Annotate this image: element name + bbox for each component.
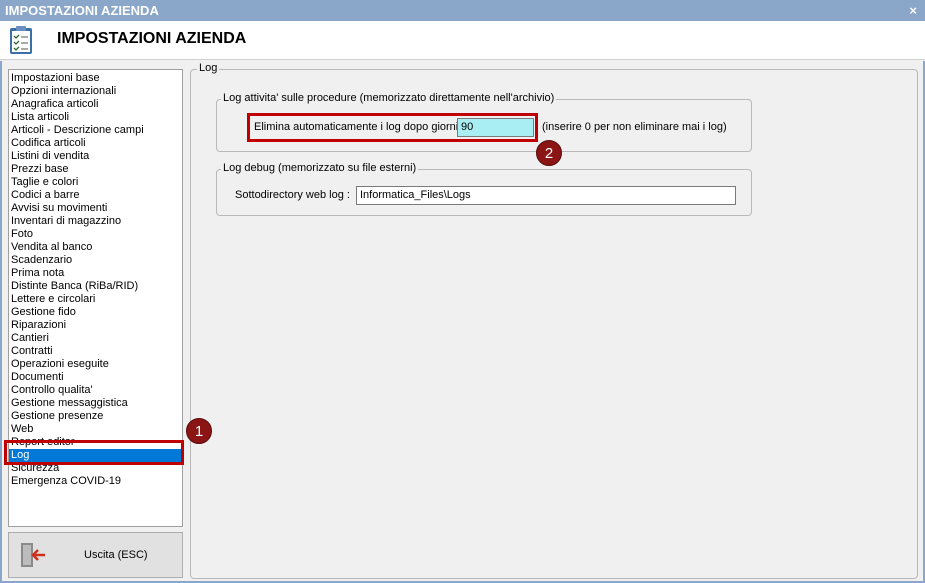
sidebar-item[interactable]: Sicurezza: [9, 462, 182, 475]
debug-log-legend: Log debug (memorizzato su file esterni): [221, 162, 419, 174]
sidebar-item[interactable]: Emergenza COVID-19: [9, 475, 182, 488]
sidebar-item[interactable]: Operazioni eseguite: [9, 358, 182, 371]
sidebar-item[interactable]: Prima nota: [9, 267, 182, 280]
sidebar-item[interactable]: Riparazioni: [9, 319, 182, 332]
window-title: IMPOSTAZIONI AZIENDA: [5, 3, 159, 18]
sidebar-item[interactable]: Listini di vendita: [9, 150, 182, 163]
web-log-dir-label: Sottodirectory web log :: [235, 189, 350, 201]
sidebar-item[interactable]: Controllo qualita': [9, 384, 182, 397]
sidebar-item[interactable]: Avvisi su movimenti: [9, 202, 182, 215]
exit-button[interactable]: Uscita (ESC): [8, 532, 183, 578]
sidebar-item[interactable]: Inventari di magazzino: [9, 215, 182, 228]
sidebar-item[interactable]: Web: [9, 423, 182, 436]
exit-door-icon: [21, 543, 45, 567]
sidebar-item[interactable]: Foto: [9, 228, 182, 241]
sidebar-item[interactable]: Opzioni internazionali: [9, 85, 182, 98]
sidebar-item[interactable]: Gestione messaggistica: [9, 397, 182, 410]
web-log-dir-input[interactable]: Informatica_Files\Logs: [356, 186, 736, 205]
sidebar-item[interactable]: Taglie e colori: [9, 176, 182, 189]
auto-delete-hint: (inserire 0 per non eliminare mai i log): [542, 121, 727, 133]
sidebar-item[interactable]: Codifica articoli: [9, 137, 182, 150]
sidebar-item[interactable]: Vendita al banco: [9, 241, 182, 254]
clipboard-checklist-icon: [10, 26, 32, 54]
sidebar-item[interactable]: Prezzi base: [9, 163, 182, 176]
sidebar-item[interactable]: Distinte Banca (RiBa/RID): [9, 280, 182, 293]
sidebar-item[interactable]: Codici a barre: [9, 189, 182, 202]
sidebar-item[interactable]: Anagrafica articoli: [9, 98, 182, 111]
close-button[interactable]: ×: [909, 0, 917, 21]
sidebar-item[interactable]: Report editor: [9, 436, 182, 449]
sidebar-item[interactable]: Log: [9, 449, 182, 462]
sidebar-item[interactable]: Gestione presenze: [9, 410, 182, 423]
auto-delete-label: Elimina automaticamente i log dopo giorn…: [254, 121, 459, 133]
annotation-badge-1: 1: [186, 418, 212, 444]
sidebar-item[interactable]: Documenti: [9, 371, 182, 384]
window-titlebar: IMPOSTAZIONI AZIENDA ×: [0, 0, 925, 21]
sidebar-item[interactable]: Lista articoli: [9, 111, 182, 124]
auto-delete-days-input[interactable]: 90: [457, 118, 534, 137]
sidebar-item[interactable]: Articoli - Descrizione campi: [9, 124, 182, 137]
sidebar-item[interactable]: Lettere e circolari: [9, 293, 182, 306]
sidebar-item[interactable]: Cantieri: [9, 332, 182, 345]
sidebar-item[interactable]: Impostazioni base: [9, 72, 182, 85]
activity-log-legend: Log attivita' sulle procedure (memorizza…: [221, 92, 557, 104]
log-panel-legend: Log: [197, 62, 220, 74]
page-title: IMPOSTAZIONI AZIENDA: [57, 30, 247, 47]
header: IMPOSTAZIONI AZIENDA: [0, 21, 925, 60]
sidebar-item[interactable]: Gestione fido: [9, 306, 182, 319]
sidebar-item[interactable]: Scadenzario: [9, 254, 182, 267]
exit-button-label: Uscita (ESC): [84, 549, 148, 561]
sidebar-list[interactable]: Impostazioni base Opzioni internazionali A…: [8, 69, 183, 527]
sidebar-item[interactable]: Contratti: [9, 345, 182, 358]
annotation-badge-2: 2: [536, 140, 562, 166]
